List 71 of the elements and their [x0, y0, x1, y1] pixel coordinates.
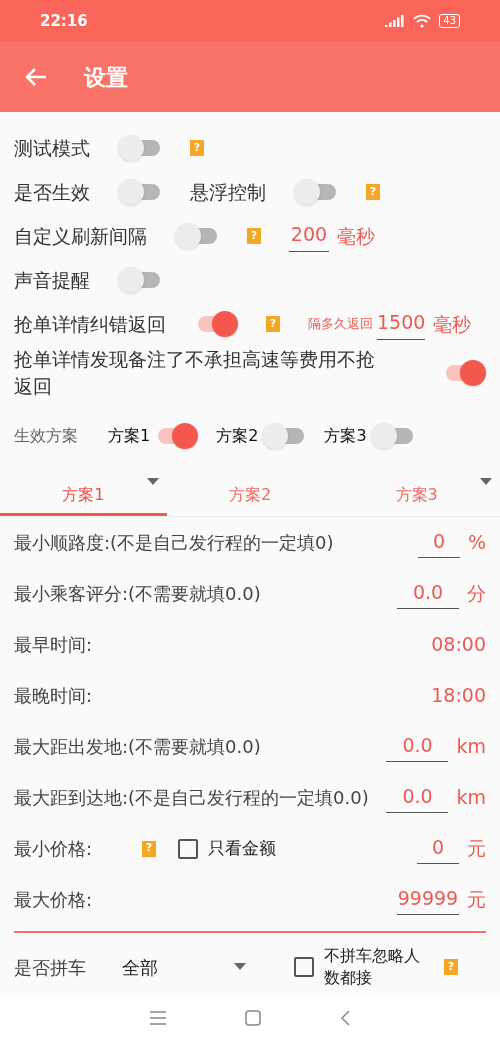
form-label: 最大价格: — [14, 888, 94, 912]
setting-label: 自定义刷新间隔 — [14, 223, 147, 249]
form-label: 最晚时间: — [14, 684, 94, 708]
form-label: 最小顺路度:(不是自己发行程的一定填0) — [14, 531, 335, 555]
clock-time: 22:16 — [40, 10, 88, 32]
carpool-select[interactable]: 全部 — [122, 953, 246, 981]
setting-label: 是否生效 — [14, 179, 90, 205]
toggle-switch[interactable] — [370, 423, 415, 449]
dropdown-caret-icon[interactable] — [480, 478, 492, 486]
menu-icon[interactable] — [149, 1011, 166, 1025]
number-field[interactable]: 99999 — [397, 883, 459, 916]
form-label: 最早时间: — [14, 633, 94, 657]
number-field[interactable]: 0 — [417, 526, 460, 559]
setting-label: 测试模式 — [14, 135, 90, 161]
unit-label: % — [467, 530, 486, 556]
number-field[interactable]: 0.0 — [386, 781, 449, 814]
toggle-switch[interactable] — [175, 223, 219, 249]
number-field[interactable]: 0.0 — [386, 730, 449, 763]
setting-label: 抢单详情纠错返回 — [14, 311, 166, 337]
unit-label: 毫秒 — [337, 223, 375, 249]
toggle-switch[interactable] — [118, 267, 162, 293]
scheme-option-label: 方案2 — [216, 425, 259, 447]
dropdown-caret-icon[interactable] — [234, 963, 246, 971]
unit-label: km — [456, 734, 486, 760]
scheme-tab[interactable]: 方案3 — [333, 476, 500, 516]
help-badge[interactable]: ? — [247, 228, 261, 244]
unit-label: 毫秒 — [433, 311, 472, 337]
help-badge[interactable]: ? — [444, 959, 458, 975]
help-badge[interactable]: ? — [190, 140, 204, 156]
dropdown-caret-icon[interactable] — [146, 478, 159, 486]
toggle-switch[interactable] — [294, 179, 338, 205]
unit-label: 元 — [467, 887, 486, 913]
setting-label: 抢单详情发现备注了不承担高速等费用不抢返回 — [14, 347, 376, 399]
scheme-option-label: 方案3 — [324, 425, 367, 447]
scheme-label: 生效方案 — [14, 425, 78, 447]
scheme-tab[interactable]: 方案1 — [0, 476, 167, 516]
help-badge[interactable]: ? — [266, 316, 280, 332]
setting-label: 声音提醒 — [14, 267, 90, 293]
number-field[interactable]: 200 — [289, 220, 329, 252]
scheme-tab[interactable]: 方案2 — [166, 476, 334, 516]
unit-label: 元 — [467, 836, 486, 862]
number-field[interactable]: 0 — [417, 832, 459, 865]
time-value[interactable]: 18:00 — [431, 681, 486, 710]
signal-icon — [385, 15, 406, 27]
checkbox[interactable] — [178, 838, 198, 859]
unit-label: 分 — [467, 581, 486, 607]
form-label: 最小乘客评分:(不需要就填0.0) — [14, 582, 262, 606]
number-field[interactable]: 1500 — [377, 308, 426, 340]
form-label: 最小价格: — [14, 837, 94, 861]
checkbox-label: 只看金额 — [208, 836, 276, 860]
form-label: 最大距出发地:(不需要就填0.0) — [14, 735, 262, 759]
unit-label: km — [456, 785, 486, 811]
form-label: 最大距到达地:(不是自己发行程的一定填0.0) — [14, 786, 370, 810]
toggle-switch[interactable] — [118, 179, 162, 205]
back-arrow-icon[interactable] — [24, 67, 48, 87]
back-icon[interactable] — [340, 1010, 351, 1026]
time-value[interactable]: 08:00 — [431, 630, 486, 659]
checkbox-label: 不拼车忽略人数都接 — [324, 945, 421, 989]
interval-note: 隔多久返回 — [308, 315, 373, 334]
checkbox[interactable] — [294, 957, 314, 977]
wifi-icon — [413, 14, 432, 28]
carpool-label: 是否拼车 — [14, 955, 87, 980]
help-badge[interactable]: ? — [366, 184, 380, 200]
setting-label: 悬浮控制 — [190, 179, 266, 205]
toggle-switch[interactable] — [118, 135, 162, 161]
page-title: 设置 — [84, 63, 128, 92]
number-field[interactable]: 0.0 — [397, 577, 459, 610]
help-badge[interactable]: ? — [142, 840, 156, 857]
battery-indicator: 43 — [439, 14, 460, 28]
home-square-icon[interactable] — [245, 1010, 261, 1026]
scheme-option-label: 方案1 — [108, 425, 151, 447]
